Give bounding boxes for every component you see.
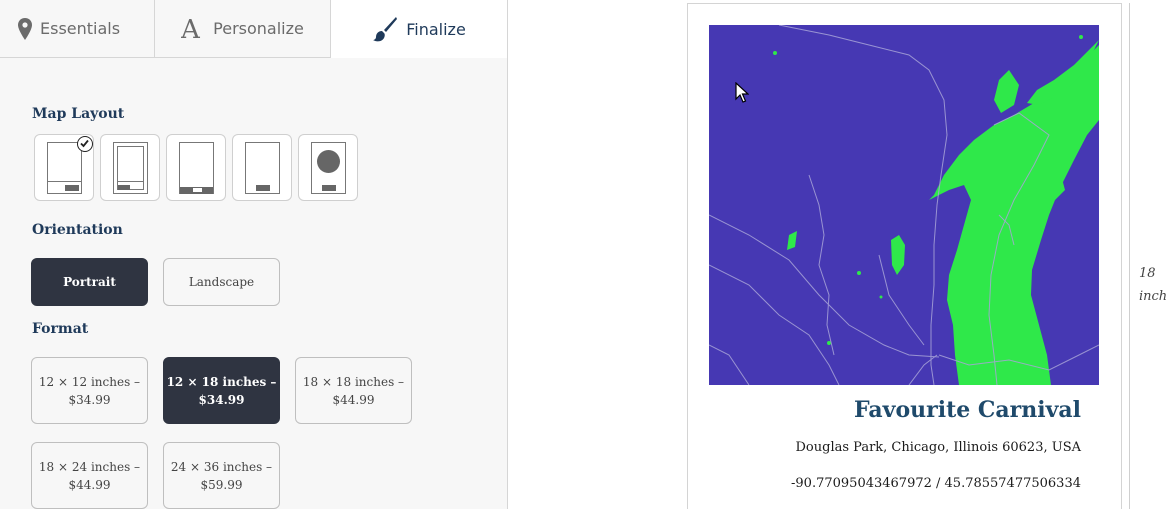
format-18x18-button[interactable]: 18 × 18 inches – $44.99 xyxy=(295,357,412,424)
poster-preview: Favourite Carnival Douglas Park, Chicago… xyxy=(687,3,1122,509)
poster-address: Douglas Park, Chicago, Illinois 60623, U… xyxy=(795,440,1082,455)
checkmark-icon xyxy=(77,136,93,152)
layout-option-circle[interactable] xyxy=(298,134,358,201)
svg-text:A: A xyxy=(181,17,201,41)
format-size: 12 × 18 inches – xyxy=(166,374,277,389)
layout-preview xyxy=(311,142,346,194)
format-price: $44.99 xyxy=(68,477,111,492)
mouse-cursor-icon xyxy=(735,81,750,108)
map-graphic xyxy=(709,25,1099,385)
poster-title: Favourite Carnival xyxy=(854,397,1081,423)
format-18x24-button[interactable]: 18 × 24 inches – $44.99 xyxy=(31,442,148,509)
layout-preview xyxy=(245,142,280,194)
format-size: 24 × 36 inches – xyxy=(170,459,273,474)
tab-label: Finalize xyxy=(406,19,466,39)
landscape-button[interactable]: Landscape xyxy=(163,258,280,306)
tab-label: Personalize xyxy=(213,19,304,38)
dimension-unit: inch xyxy=(1139,289,1168,304)
tab-personalize[interactable]: A Personalize xyxy=(155,0,331,57)
layout-option-bottom-band[interactable] xyxy=(166,134,226,201)
portrait-button[interactable]: Portrait xyxy=(31,258,148,306)
layout-preview xyxy=(179,142,214,194)
font-a-icon: A xyxy=(181,17,205,41)
format-price: $59.99 xyxy=(200,477,243,492)
map-pin-icon xyxy=(18,17,32,40)
layout-option-framed[interactable] xyxy=(100,134,160,201)
format-12x18-button[interactable]: 12 × 18 inches – $34.99 xyxy=(163,357,280,424)
poster-coordinates: -90.77095043467972 / 45.78557477506334 xyxy=(791,476,1081,491)
map-layout-heading: Map Layout xyxy=(32,106,125,122)
layout-option-bottom-label[interactable] xyxy=(34,134,94,201)
height-dimension-label: 18 inch xyxy=(1139,262,1167,308)
format-heading: Format xyxy=(32,321,89,337)
settings-panel: Essentials A Personalize Finalize Map La… xyxy=(0,0,508,509)
format-size: 18 × 18 inches – xyxy=(302,374,405,389)
format-size: 12 × 12 inches – xyxy=(38,374,141,389)
layout-option-plain[interactable] xyxy=(232,134,292,201)
tab-finalize[interactable]: Finalize xyxy=(331,0,508,58)
format-size: 18 × 24 inches – xyxy=(38,459,141,474)
format-12x12-button[interactable]: 12 × 12 inches – $34.99 xyxy=(31,357,148,424)
layout-preview xyxy=(113,142,148,194)
dimension-value: 18 xyxy=(1139,266,1156,281)
format-price: $34.99 xyxy=(198,392,245,407)
format-price: $44.99 xyxy=(332,392,375,407)
map-image[interactable] xyxy=(709,25,1099,385)
format-24x36-button[interactable]: 24 × 36 inches – $59.99 xyxy=(163,442,280,509)
height-ruler xyxy=(1129,3,1130,509)
orientation-heading: Orientation xyxy=(32,222,123,238)
format-price: $34.99 xyxy=(68,392,111,407)
layout-preview xyxy=(47,142,82,194)
paintbrush-icon xyxy=(372,16,398,42)
step-tabs: Essentials A Personalize Finalize xyxy=(0,0,508,58)
tab-essentials[interactable]: Essentials xyxy=(0,0,155,57)
tab-label: Essentials xyxy=(40,19,121,38)
